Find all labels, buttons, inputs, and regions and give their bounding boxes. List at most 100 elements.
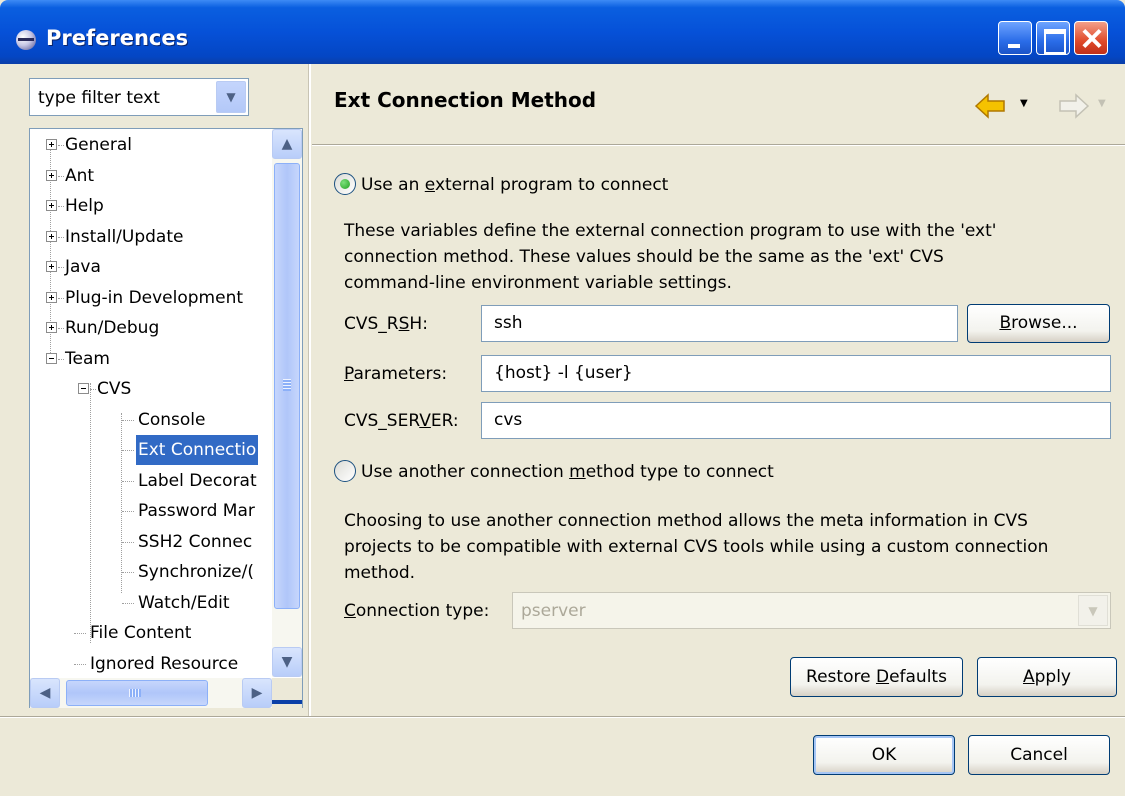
tree-item-label: Ignored Resource [90, 653, 239, 674]
scroll-up-button[interactable]: ▲ [272, 129, 302, 159]
radio-button-checked[interactable] [334, 173, 356, 195]
tree-item[interactable]: SSH2 Connec [30, 527, 302, 557]
tree-item[interactable]: Install/Update [30, 222, 302, 252]
connection-type-value: pserver [521, 601, 586, 621]
scroll-right-button[interactable]: ▶ [242, 678, 272, 708]
tree-connector [122, 511, 134, 512]
tree-item[interactable]: CVS [30, 374, 302, 404]
tree-item[interactable]: File Content [30, 618, 302, 648]
tree-item-label: Ext Connectio [136, 435, 259, 465]
maximize-button[interactable] [1036, 21, 1070, 55]
back-arrow-icon[interactable] [974, 92, 1014, 120]
page-header: Ext Connection Method ▼ ▼ [312, 64, 1125, 144]
tree-connector [122, 572, 134, 573]
scroll-thumb[interactable] [274, 163, 300, 609]
forward-arrow-icon [1050, 92, 1090, 120]
chevron-down-icon: ▼ [1098, 98, 1106, 109]
eclipse-icon [16, 30, 36, 50]
tree-item[interactable]: Password Mar [30, 496, 302, 526]
parameters-label: Parameters: [344, 364, 448, 384]
radio-label: Use another connection method type to co… [361, 462, 774, 482]
tree-item[interactable]: Run/Debug [30, 313, 302, 343]
tree-item[interactable]: General [30, 130, 302, 160]
radio-button-unchecked[interactable] [334, 460, 356, 482]
expand-icon[interactable] [46, 139, 57, 150]
scroll-down-button[interactable]: ▼ [272, 647, 302, 677]
browse-button[interactable]: Browse... [967, 304, 1110, 343]
title-bar[interactable]: Preferences [0, 0, 1125, 64]
tree-item[interactable]: Ext Connectio [30, 435, 302, 465]
tree-connector [74, 663, 86, 665]
preferences-window: Preferences type filter text ▼ General An… [0, 0, 1125, 796]
cvs-server-field[interactable]: cvs [481, 402, 1111, 439]
tree-connector [74, 633, 86, 634]
tree-item-label: Console [138, 409, 206, 430]
expand-icon[interactable] [46, 169, 57, 181]
tree-item[interactable]: Label Decorat [30, 466, 302, 496]
close-button[interactable] [1074, 21, 1108, 55]
ok-button[interactable]: OK [813, 735, 955, 775]
tree-item-label: Help [65, 196, 104, 216]
expand-icon[interactable] [46, 261, 57, 272]
tree-item[interactable]: Team [30, 344, 302, 374]
cvs-rsh-label: CVS_RSH: [344, 314, 428, 334]
tree-item-label: Java [65, 257, 101, 277]
tree-item[interactable]: Ant [30, 161, 302, 191]
restore-defaults-button[interactable]: Restore Defaults [790, 657, 963, 697]
tree-item[interactable]: Java [30, 252, 302, 282]
tree-item[interactable]: Help [30, 191, 302, 221]
apply-button[interactable]: Apply [977, 657, 1117, 697]
grip-icon [129, 689, 141, 697]
tree-vertical-scrollbar[interactable]: ▲ ▼ [272, 129, 302, 677]
chevron-down-icon[interactable]: ▼ [216, 81, 246, 113]
tree-connector [122, 480, 134, 482]
filter-input[interactable]: type filter text [38, 88, 160, 108]
tree-connector [122, 541, 134, 543]
radio-label: Use an external program to connect [361, 175, 669, 195]
external-description: These variables define the external conn… [344, 221, 997, 293]
cvs-server-label: CVS_SERVER: [344, 411, 459, 431]
expand-icon[interactable] [46, 322, 57, 333]
tree-connector [122, 419, 134, 421]
scroll-left-button[interactable]: ◀ [30, 678, 60, 708]
page-title: Ext Connection Method [334, 88, 597, 112]
tree-horizontal-scrollbar[interactable]: ◀ ▶ [30, 678, 272, 708]
tree-item[interactable]: Watch/Edit [30, 588, 302, 618]
tree-item-label: Label Decorat [138, 470, 257, 491]
scroll-thumb[interactable] [66, 680, 208, 706]
tree-item-label: Run/Debug [65, 318, 160, 338]
connection-type-label: Connection type: [344, 601, 490, 621]
tree-item-label: General [65, 135, 132, 155]
parameters-field[interactable]: {host} -l {user} [481, 355, 1111, 392]
tree-connector [122, 602, 134, 604]
tree-item-label: Plug-in Development [65, 287, 244, 308]
tree-item-label: Password Mar [138, 501, 255, 521]
expand-icon[interactable] [46, 230, 57, 242]
splitter[interactable] [308, 64, 311, 716]
tree-item[interactable]: Ignored Resource [30, 649, 302, 679]
tree-item-label: Watch/Edit [138, 592, 230, 613]
scroll-corner [272, 678, 302, 708]
collapse-icon[interactable] [46, 352, 57, 364]
window-title: Preferences [46, 26, 189, 50]
tree-item-label: Ant [65, 165, 95, 186]
expand-icon[interactable] [46, 291, 57, 303]
expand-icon[interactable] [46, 200, 57, 211]
preference-tree[interactable]: General Ant Help Install/Update Java Plug-in … [29, 128, 303, 708]
cancel-button[interactable]: Cancel [968, 735, 1110, 775]
collapse-icon[interactable] [78, 383, 89, 394]
filter-combo[interactable]: type filter text ▼ [29, 78, 249, 116]
chevron-down-icon[interactable]: ▼ [1020, 98, 1028, 109]
tree-item-label: CVS [97, 379, 132, 399]
tree-item-label: SSH2 Connec [138, 531, 253, 552]
tree-item[interactable]: Plug-in Development [30, 283, 302, 313]
chevron-down-icon: ▼ [1078, 595, 1108, 626]
minimize-button[interactable] [998, 21, 1032, 55]
connection-type-combo: pserver ▼ [512, 592, 1111, 629]
tree-item[interactable]: Console [30, 405, 302, 435]
cvs-rsh-field[interactable]: ssh [481, 305, 958, 342]
other-method-description: Choosing to use another connection metho… [344, 511, 1049, 583]
grip-icon [283, 379, 291, 391]
header-separator [312, 144, 1125, 146]
tree-item[interactable]: Synchronize/( [30, 557, 302, 587]
